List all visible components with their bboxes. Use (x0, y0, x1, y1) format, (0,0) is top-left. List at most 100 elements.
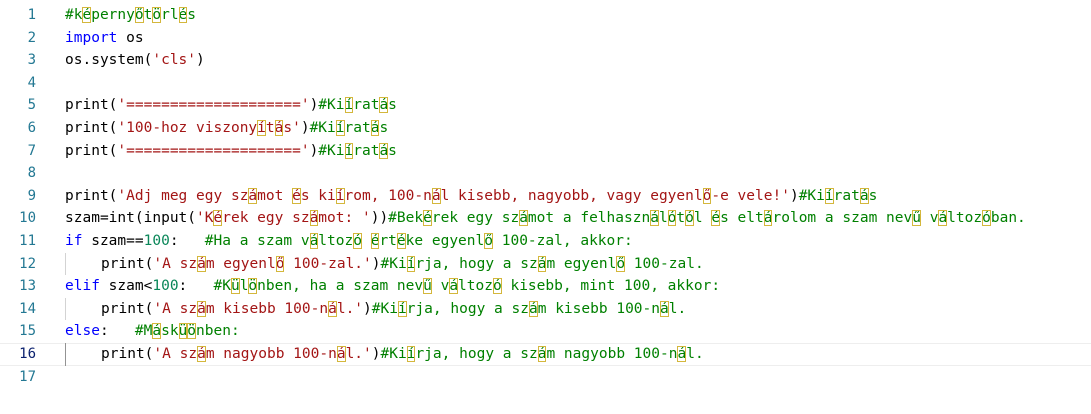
unicode-highlight: á (449, 278, 459, 295)
unicode-highlight: í (344, 142, 354, 159)
code-line[interactable]: 13 elif szam<100: #Különben, ha a szam ne… (0, 275, 1091, 298)
code-line[interactable]: 8 (0, 162, 1091, 185)
code-line[interactable]: 12 print('A szám egyenlő 100-zal.')#Kiírj… (0, 252, 1091, 276)
code-line[interactable]: 15 else: #Másküönben: (0, 320, 1091, 343)
string-token: 'A szám egyenlő 100-zal.' (153, 255, 372, 272)
code-text: print('A szám egyenlő 100-zal.')#Kiírja,… (101, 253, 704, 276)
code-text: print('A szám kisebb 100-nál.')#Kiírja, … (101, 298, 686, 321)
unicode-highlight: á (197, 300, 206, 317)
code-text: os.system('cls') (65, 49, 205, 72)
code-token: ) (371, 255, 381, 272)
keyword-token: if (65, 232, 83, 249)
unicode-highlight: á (309, 210, 319, 227)
unicode-highlight: á (379, 142, 389, 159)
line-number: 5 (27, 97, 36, 114)
code-line[interactable]: 10 szam=int(input('Kérek egy számot: '))#… (0, 207, 1091, 230)
unicode-highlight: á (528, 300, 538, 317)
unicode-highlight: ű (912, 210, 921, 227)
line-number: 7 (27, 142, 36, 159)
unicode-highlight: í (257, 119, 266, 136)
unicode-highlight: á (519, 210, 528, 227)
string-token: 'Adj meg egy számot és kiírom, 100-nál k… (117, 187, 790, 204)
unicode-highlight: é (711, 210, 721, 227)
keyword-token: else (65, 323, 100, 340)
code-line[interactable]: 6 print('100-hoz viszonyítás')#Kiíratás (0, 117, 1091, 140)
code-text: else: #Másküönben: (65, 320, 240, 343)
comment-token: #Ha a szam változó értéke egyenlő 100-za… (204, 232, 633, 249)
code-line[interactable]: 2 import os (0, 27, 1091, 50)
code-text: szam=int(input('Kérek egy számot: '))#Be… (65, 207, 1026, 230)
string-token: '====================' (117, 142, 310, 159)
line-number: 4 (27, 74, 36, 91)
line-number: 10 (19, 210, 36, 227)
line-number: 11 (19, 232, 36, 249)
unicode-highlight: á (660, 300, 669, 317)
code-editor[interactable]: 1 #képernyőtörlés 2 import os 3 os.system('cl… (0, 4, 1091, 388)
unicode-highlight: á (370, 119, 380, 136)
code-line[interactable]: 14 print('A szám kisebb 100-nál.')#Kiírja… (0, 297, 1091, 321)
number-token: 100 (152, 278, 179, 295)
code-line[interactable]: 17 (0, 366, 1091, 389)
indent-guide (65, 342, 66, 366)
code-text: elif szam<100: #Különben, ha a szam nevű… (65, 275, 720, 298)
unicode-highlight: á (650, 210, 659, 227)
unicode-highlight: é (423, 210, 432, 227)
unicode-highlight: é (370, 232, 380, 249)
string-token: '100-hoz viszonyítás' (117, 119, 301, 136)
keyword-token: import (65, 29, 118, 46)
unicode-highlight: ő (134, 7, 144, 23)
unicode-highlight: ö (152, 7, 162, 23)
code-token: szam=int(input( (65, 210, 197, 227)
code-line[interactable]: 1 #képernyőtörlés (0, 4, 1091, 27)
number-token: 100 (143, 232, 170, 249)
code-line[interactable]: 9 print('Adj meg egy számot és kiírom, 10… (0, 185, 1091, 208)
line-number: 13 (19, 278, 36, 295)
line-number: 8 (27, 165, 36, 182)
unicode-highlight: ö (248, 278, 258, 295)
code-line[interactable]: 7 print('====================')#Kiíratás (0, 140, 1091, 163)
comment-token: #Kiírja, hogy a szám nagyobb 100-nál. (380, 345, 704, 362)
string-token: '====================' (117, 97, 310, 114)
unicode-highlight: á (938, 210, 948, 227)
unicode-highlight: á (197, 255, 206, 272)
string-token: 'A szám nagyobb 100-nál.' (153, 345, 372, 362)
unicode-highlight: á (379, 97, 389, 114)
unicode-highlight: í (406, 345, 416, 362)
unicode-highlight: á (152, 323, 162, 340)
comment-token: #Kiíratás (309, 119, 389, 136)
code-token: print( (101, 300, 154, 317)
code-line[interactable]: 16 print('A szám nagyobb 100-nál.')#Kiírj… (0, 342, 1091, 366)
comment-token: #Kiíratás (318, 142, 397, 159)
code-token: : (178, 278, 188, 295)
unicode-highlight: á (197, 345, 206, 362)
unicode-highlight: á (537, 255, 547, 272)
unicode-highlight: é (178, 7, 188, 23)
code-token: ) (309, 142, 319, 159)
code-line[interactable]: 5 print('====================')#Kiíratás (0, 94, 1091, 117)
unicode-highlight: é (213, 210, 223, 227)
code-token: print( (65, 119, 118, 136)
unicode-highlight: á (859, 187, 869, 204)
code-line[interactable]: 4 (0, 72, 1091, 95)
unicode-highlight: á (274, 119, 284, 136)
code-token: ) (371, 345, 381, 362)
code-token: ) (309, 97, 319, 114)
line-number: 1 (27, 7, 36, 23)
unicode-highlight: é (396, 232, 406, 249)
unicode-highlight: ó (982, 210, 991, 227)
code-token: print( (65, 187, 118, 204)
code-line[interactable]: 11 if szam==100: #Ha a szam változó érték… (0, 230, 1091, 253)
code-line[interactable]: 3 os.system('cls') (0, 49, 1091, 72)
string-token: 'cls' (152, 52, 197, 69)
code-token: szam< (108, 278, 153, 295)
string-token: 'A szám kisebb 100-nál.' (153, 300, 364, 317)
code-text: print('100-hoz viszonyítás')#Kiíratás (65, 117, 388, 140)
line-number: 6 (27, 119, 36, 136)
unicode-highlight: ó (353, 232, 362, 249)
unicode-highlight: á (328, 300, 337, 317)
line-number: 12 (19, 255, 36, 272)
line-number: 16 (19, 345, 36, 362)
unicode-highlight: í (335, 119, 345, 136)
unicode-highlight: í (344, 97, 354, 114)
line-number: 9 (27, 187, 36, 204)
